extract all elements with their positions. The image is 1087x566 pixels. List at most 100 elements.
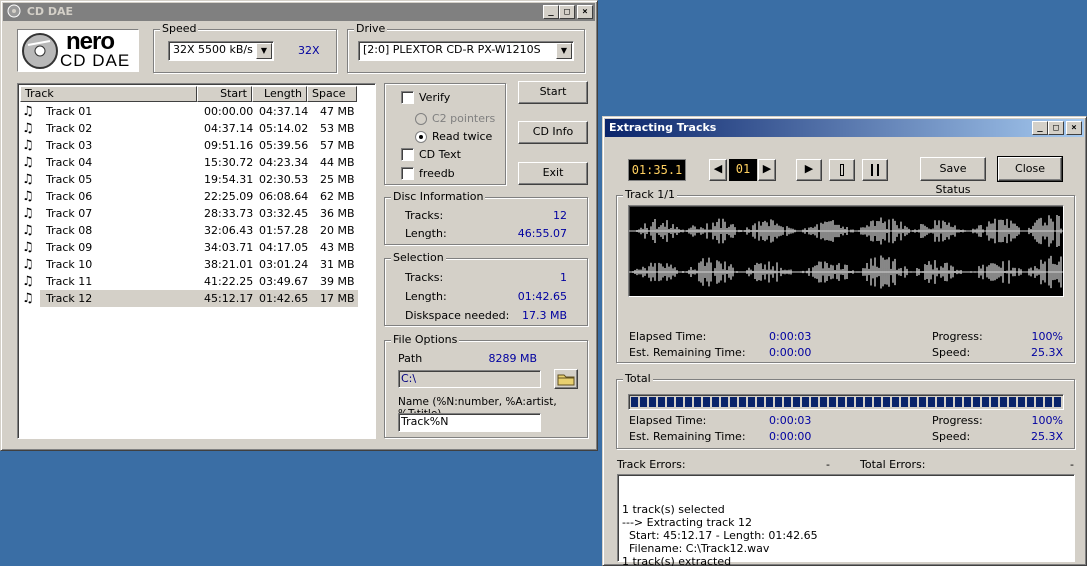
music-note-icon: ♫ [22,223,34,238]
track-remaining-label: Est. Remaining Time: [629,346,746,359]
column-start[interactable]: Start [197,86,252,102]
track-row[interactable]: ♫ Track 07 28:33.73 03:32.45 36 MB [20,205,360,222]
track-name: Track 05 [46,173,93,186]
track-row[interactable]: ♫ Track 05 19:54.31 02:30.53 25 MB [20,171,360,188]
progress-block [640,397,647,407]
track-row[interactable]: ♫ Track 10 38:21.01 03:01.24 31 MB [20,256,360,273]
minimize-button[interactable]: _ [1032,121,1048,135]
progress-block [694,397,701,407]
track-space: 31 MB [320,258,355,271]
music-note-icon: ♫ [22,155,34,170]
close-window-button[interactable]: × [1066,121,1082,135]
progress-block [703,397,710,407]
maximize-button[interactable]: □ [559,5,575,19]
track-name: Track 08 [46,224,93,237]
log-line: ---> Extracting track 12 [622,516,753,529]
save-status-button[interactable]: Save Status [920,157,986,196]
next-track-button[interactable]: ▶ [758,159,776,181]
prev-track-button[interactable]: ◀ [709,159,727,181]
read-twice-label: Read twice [432,130,493,143]
pause-icon [871,164,879,176]
close-window-button[interactable]: × [577,5,593,19]
progress-block [919,397,926,407]
track-length: 06:08.64 [259,190,309,203]
close-button[interactable]: Close [997,156,1063,182]
radio-circle[interactable] [415,112,427,125]
track-row[interactable]: ♫ Track 03 09:51.16 05:39.56 57 MB [20,137,360,154]
track-elapsed-label: Elapsed Time: [629,330,707,343]
track-row[interactable]: ♫ Track 01 00:00.00 04:37.14 47 MB [20,103,360,120]
progress-block [676,397,683,407]
speed-select[interactable]: 32X 5500 kB/s ▼ [168,41,274,61]
maximize-button[interactable]: □ [1048,121,1064,135]
track-start: 28:33.73 [204,207,254,220]
chevron-down-icon[interactable]: ▼ [556,43,572,59]
browse-folder-button[interactable] [554,369,578,389]
track-length: 03:01.24 [259,258,309,271]
radio-circle[interactable] [415,130,427,143]
extracting-titlebar[interactable]: Extracting Tracks [605,119,1084,137]
pause-button[interactable] [862,159,888,181]
track-row[interactable]: ♫ Track 04 15:30.72 04:23.34 44 MB [20,154,360,171]
sel-disk-label: Diskspace needed: [405,309,510,322]
sel-tracks-value: 1 [560,271,567,284]
status-log[interactable]: 1 track(s) selected ---> Extracting track… [617,474,1075,566]
track-length: 05:14.02 [259,122,309,135]
stop-button[interactable] [829,159,855,181]
options-group: Verify C2 pointers Read twice CD Text fr… [384,83,506,185]
drive-select[interactable]: [2:0] PLEXTOR CD-R PX-W1210S ▼ [358,41,574,61]
column-length[interactable]: Length [252,86,307,102]
progress-block [991,397,998,407]
prev-icon: ◀ [713,162,723,175]
verify-label: Verify [419,91,451,104]
speed-readout: 32X [298,44,320,57]
track-row[interactable]: ♫ Track 06 22:25.09 06:08.64 62 MB [20,188,360,205]
track-row[interactable]: ♫ Track 12 45:12.17 01:42.65 17 MB [20,290,360,307]
track-list[interactable]: Track Start Length Space ♫ Track 01 00:00.… [17,83,376,439]
track-space: 36 MB [320,207,355,220]
verify-checkbox[interactable]: Verify [401,91,450,104]
progress-block [766,397,773,407]
checkbox-box[interactable] [401,148,414,161]
cd-dae-titlebar[interactable]: CD DAE [3,3,595,21]
folder-icon [557,374,575,386]
cd-text-checkbox[interactable]: CD Text [401,148,461,161]
track-row[interactable]: ♫ Track 08 32:06.43 01:57.28 20 MB [20,222,360,239]
column-track[interactable]: Track [20,86,197,102]
track-start: 34:03.71 [204,241,254,254]
chevron-down-icon[interactable]: ▼ [256,43,272,59]
selection-label: Selection [391,251,446,264]
read-twice-radio[interactable]: Read twice [415,130,492,143]
progress-block [784,397,791,407]
file-options-group: File Options Path 8289 MB C:\ Name (%N:n… [384,333,588,438]
total-progress-bar [628,394,1064,410]
c2-pointers-radio[interactable]: C2 pointers [415,112,495,125]
track-group-label: Track 1/1 [623,188,677,201]
progress-block [1045,397,1052,407]
track-row[interactable]: ♫ Track 02 04:37.14 05:14.02 53 MB [20,120,360,137]
checkbox-box[interactable] [401,167,414,180]
track-row[interactable]: ♫ Track 09 34:03.71 04:17.05 43 MB [20,239,360,256]
extracting-title: Extracting Tracks [609,121,717,134]
name-pattern-field[interactable]: Track%N [398,413,541,432]
progress-block [658,397,665,407]
track-progress-label: Progress: [932,330,983,343]
start-button[interactable]: Start [518,81,588,104]
freedb-label: freedb [419,167,455,180]
music-note-icon: ♫ [22,240,34,255]
play-button[interactable]: ▶ [796,159,822,181]
progress-block [883,397,890,407]
progress-block [874,397,881,407]
disc-tracks-label: Tracks: [405,209,444,222]
total-errors-value: - [1070,458,1074,471]
freedb-checkbox[interactable]: freedb [401,167,455,180]
cd-info-button[interactable]: CD Info [518,121,588,144]
track-row[interactable]: ♫ Track 11 41:22.25 03:49.67 39 MB [20,273,360,290]
path-field[interactable]: C:\ [398,370,541,388]
checkbox-box[interactable] [401,91,414,104]
column-space[interactable]: Space [307,86,357,102]
minimize-button[interactable]: _ [543,5,559,19]
exit-button[interactable]: Exit [518,162,588,185]
progress-block [955,397,962,407]
track-space: 17 MB [320,292,355,305]
